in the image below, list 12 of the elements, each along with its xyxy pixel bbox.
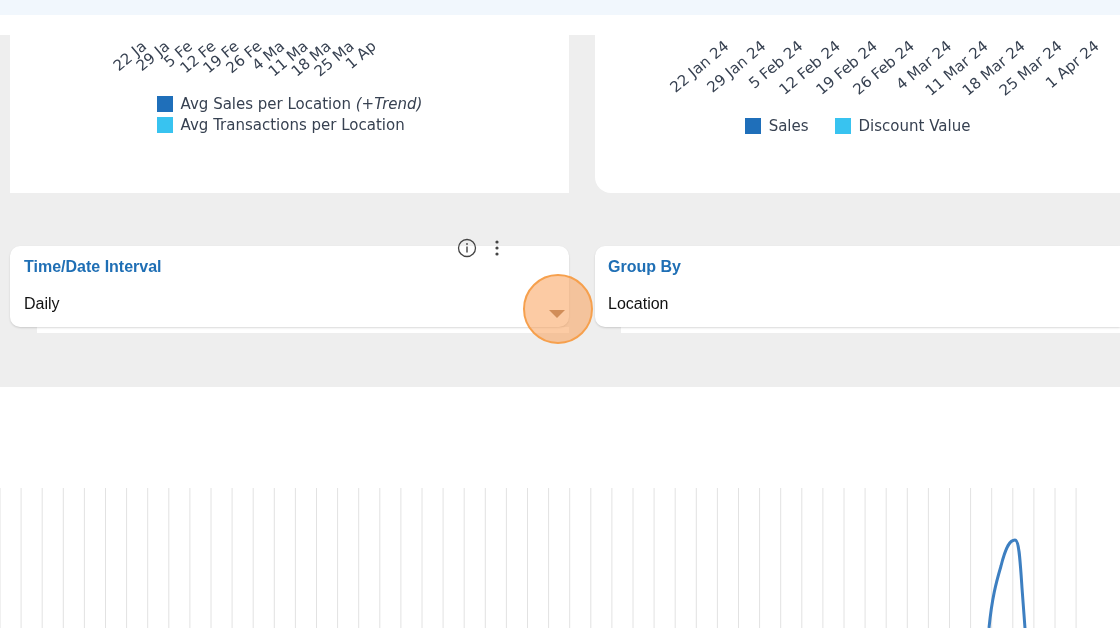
field-value: Location <box>608 295 670 313</box>
legend-label: Sales <box>768 117 809 135</box>
dropdown-field[interactable]: Time/Date Interval Daily <box>10 246 569 327</box>
field-value: Daily <box>24 295 61 313</box>
legend-label: Avg Sales per Location (+Trend) <box>180 95 423 113</box>
info-icon[interactable] <box>457 238 477 258</box>
legend-label: Discount Value <box>858 117 971 135</box>
field-title: Group By <box>608 258 682 276</box>
more-icon[interactable] <box>495 240 499 256</box>
legend-label: Avg Transactions per Location <box>180 116 405 134</box>
field-title: Time/Date Interval <box>24 258 163 276</box>
dropdown-field[interactable]: Group By Location <box>595 246 1120 327</box>
